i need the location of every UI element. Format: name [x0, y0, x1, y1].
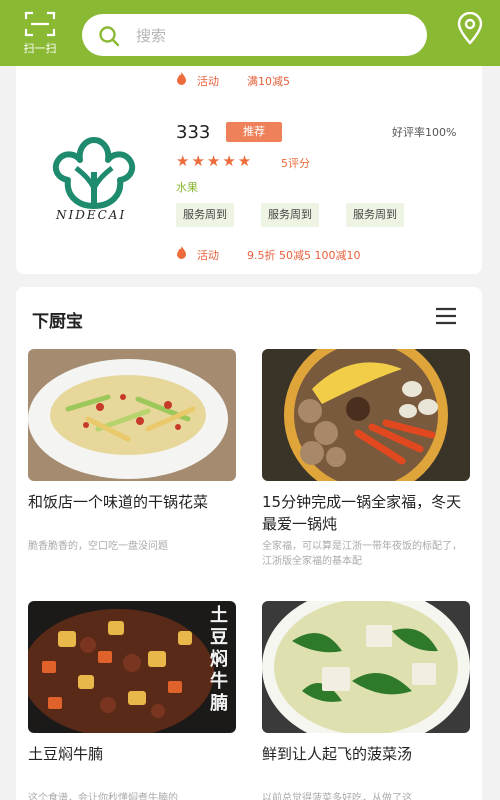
recipe-title: 土豆焖牛腩	[28, 745, 104, 763]
recipe-desc: 以前总觉得菠菜多好吃，从做了这	[262, 793, 412, 800]
search-icon	[99, 26, 120, 47]
activity-text: 满10减5	[247, 75, 290, 88]
recipe-card[interactable]: 鲜到让人起飞的菠菜汤 以前总觉得菠菜多好吃，从做了这	[262, 601, 470, 800]
activity-item: 9.5折	[247, 249, 276, 262]
fire-icon	[176, 72, 187, 88]
scan-icon	[24, 11, 56, 37]
section-title: 下厨宝	[32, 312, 83, 332]
recipe-title: 鲜到让人起飞的菠菜汤	[262, 745, 413, 763]
recommend-badge: 推荐	[226, 122, 282, 142]
activity-item: 100减10	[314, 249, 361, 262]
recipe-image	[262, 349, 470, 481]
score-text: 5评分	[281, 157, 310, 170]
recipe-section: 下厨宝 和饭店一个味道的干锅花菜 脆香脆香的，空口吃一盘没问题 15分钟完成一锅…	[16, 287, 482, 800]
shop-category: 水果	[176, 181, 198, 194]
logo-text: NIDECAI	[56, 208, 127, 222]
recipe-image	[262, 601, 470, 733]
scan-button[interactable]: 扫一扫	[12, 10, 68, 58]
fire-icon	[176, 246, 187, 262]
search-bar[interactable]: 搜索	[82, 14, 427, 56]
recipe-desc: 这个食谱，会让你秒懂焖煮牛腩的	[28, 793, 178, 800]
service-tag: 服务周到	[261, 203, 319, 227]
top-bar: 扫一扫 搜索	[0, 0, 500, 66]
rating-stars: ★★★★★	[176, 152, 254, 170]
activity-label: 活动	[197, 75, 219, 88]
activity-label: 活动	[197, 249, 219, 262]
recipe-desc: 脆香脆香的，空口吃一盘没问题	[28, 541, 168, 552]
image-overlay-text: 土豆焖牛腩	[210, 605, 228, 714]
recipe-title: 和饭店一个味道的干锅花菜	[28, 493, 209, 511]
service-tag: 服务周到	[176, 203, 234, 227]
recipe-title: 15分钟完成一锅全家福，冬天最爱一锅炖	[262, 493, 462, 533]
rating-text: 好评率100%	[392, 126, 457, 139]
recipe-card[interactable]: 15分钟完成一锅全家福，冬天最爱一锅炖 全家福，可以算是江浙一带年夜饭的标配了，…	[262, 349, 470, 569]
prev-activity-row: 活动 满10减5	[176, 72, 290, 89]
recipe-image	[28, 349, 236, 481]
menu-icon[interactable]	[434, 305, 458, 327]
activity-row: 活动 9.5折 50减5 100减10	[176, 246, 361, 263]
shop-card[interactable]: 活动 满10减5 NIDECAI 333 推荐 好评率100% ★★★★★ 5评分…	[16, 66, 482, 274]
location-button[interactable]	[454, 11, 486, 50]
recipe-desc: 全家福，可以算是江浙一带年夜饭的标配了，江浙版全家福的基本配	[262, 541, 462, 567]
search-placeholder: 搜索	[136, 27, 167, 45]
shop-name: 333	[176, 122, 211, 143]
recipe-card[interactable]: 和饭店一个味道的干锅花菜 脆香脆香的，空口吃一盘没问题	[28, 349, 236, 569]
recipe-image: 土豆焖牛腩	[28, 601, 236, 733]
scan-label: 扫一扫	[23, 42, 57, 55]
activity-item: 50减5	[279, 249, 311, 262]
service-tag: 服务周到	[346, 203, 404, 227]
recipe-card[interactable]: 土豆焖牛腩 土豆焖牛腩 这个食谱，会让你秒懂焖煮牛腩的	[28, 601, 236, 800]
location-pin-icon	[457, 11, 483, 45]
